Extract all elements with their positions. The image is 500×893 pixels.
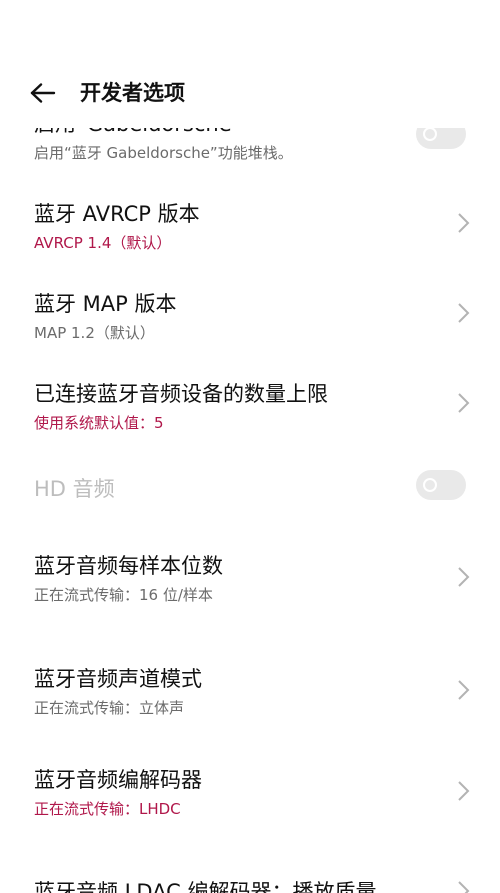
row-subtitle: 正在流式传输：16 位/样本	[34, 586, 213, 604]
row-channel-mode[interactable]: 蓝牙音频声道模式 正在流式传输：立体声	[0, 645, 500, 735]
row-ldac-quality-clip: 蓝牙音频 LDAC 编解码器：播放质量	[0, 862, 500, 893]
row-subtitle: AVRCP 1.4（默认）	[34, 234, 172, 252]
screen: 启用“Gabeldorsche” 启用“蓝牙 Gabeldorsche”功能堆栈…	[0, 0, 500, 893]
row-audio-codec[interactable]: 蓝牙音频编解码器 正在流式传输：LHDC	[0, 746, 500, 836]
row-title: 蓝牙音频每样本位数	[34, 554, 223, 578]
row-hd-audio[interactable]: HD 音频	[0, 455, 500, 515]
chevron-right-icon	[458, 393, 470, 413]
app-header: 开发者选项	[0, 0, 500, 128]
toggle-knob	[423, 478, 437, 492]
arrow-left-icon	[30, 83, 56, 103]
row-subtitle: 使用系统默认值：5	[34, 414, 164, 432]
row-title: 蓝牙音频 LDAC 编解码器：播放质量	[34, 880, 377, 893]
row-subtitle: 正在流式传输：立体声	[34, 699, 185, 717]
row-ldac-quality[interactable]: 蓝牙音频 LDAC 编解码器：播放质量	[0, 862, 500, 893]
row-avrcp-version[interactable]: 蓝牙 AVRCP 版本 AVRCP 1.4（默认）	[0, 180, 500, 268]
row-title: 蓝牙音频声道模式	[34, 667, 202, 691]
row-title: 蓝牙 AVRCP 版本	[34, 202, 200, 226]
row-subtitle: MAP 1.2（默认）	[34, 324, 155, 342]
row-title: 蓝牙音频编解码器	[34, 768, 202, 792]
row-bits-per-sample[interactable]: 蓝牙音频每样本位数 正在流式传输：16 位/样本	[0, 532, 500, 622]
row-subtitle: 正在流式传输：LHDC	[34, 800, 181, 818]
chevron-right-icon	[458, 781, 470, 801]
row-map-version[interactable]: 蓝牙 MAP 版本 MAP 1.2（默认）	[0, 270, 500, 358]
row-title: 已连接蓝牙音频设备的数量上限	[34, 382, 328, 406]
hd-audio-toggle[interactable]	[416, 470, 466, 500]
settings-list[interactable]: 启用“Gabeldorsche” 启用“蓝牙 Gabeldorsche”功能堆栈…	[0, 0, 500, 893]
row-title: HD 音频	[34, 477, 115, 501]
chevron-right-icon	[458, 680, 470, 700]
row-subtitle: 启用“蓝牙 Gabeldorsche”功能堆栈。	[34, 144, 293, 162]
row-max-connected-devices[interactable]: 已连接蓝牙音频设备的数量上限 使用系统默认值：5	[0, 360, 500, 448]
row-title: 蓝牙 MAP 版本	[34, 292, 177, 316]
toggle-knob	[423, 127, 437, 141]
chevron-right-icon	[458, 303, 470, 323]
chevron-right-icon	[458, 881, 470, 893]
page-title: 开发者选项	[80, 81, 185, 105]
back-button[interactable]	[26, 78, 60, 108]
chevron-right-icon	[458, 567, 470, 587]
chevron-right-icon	[458, 213, 470, 233]
